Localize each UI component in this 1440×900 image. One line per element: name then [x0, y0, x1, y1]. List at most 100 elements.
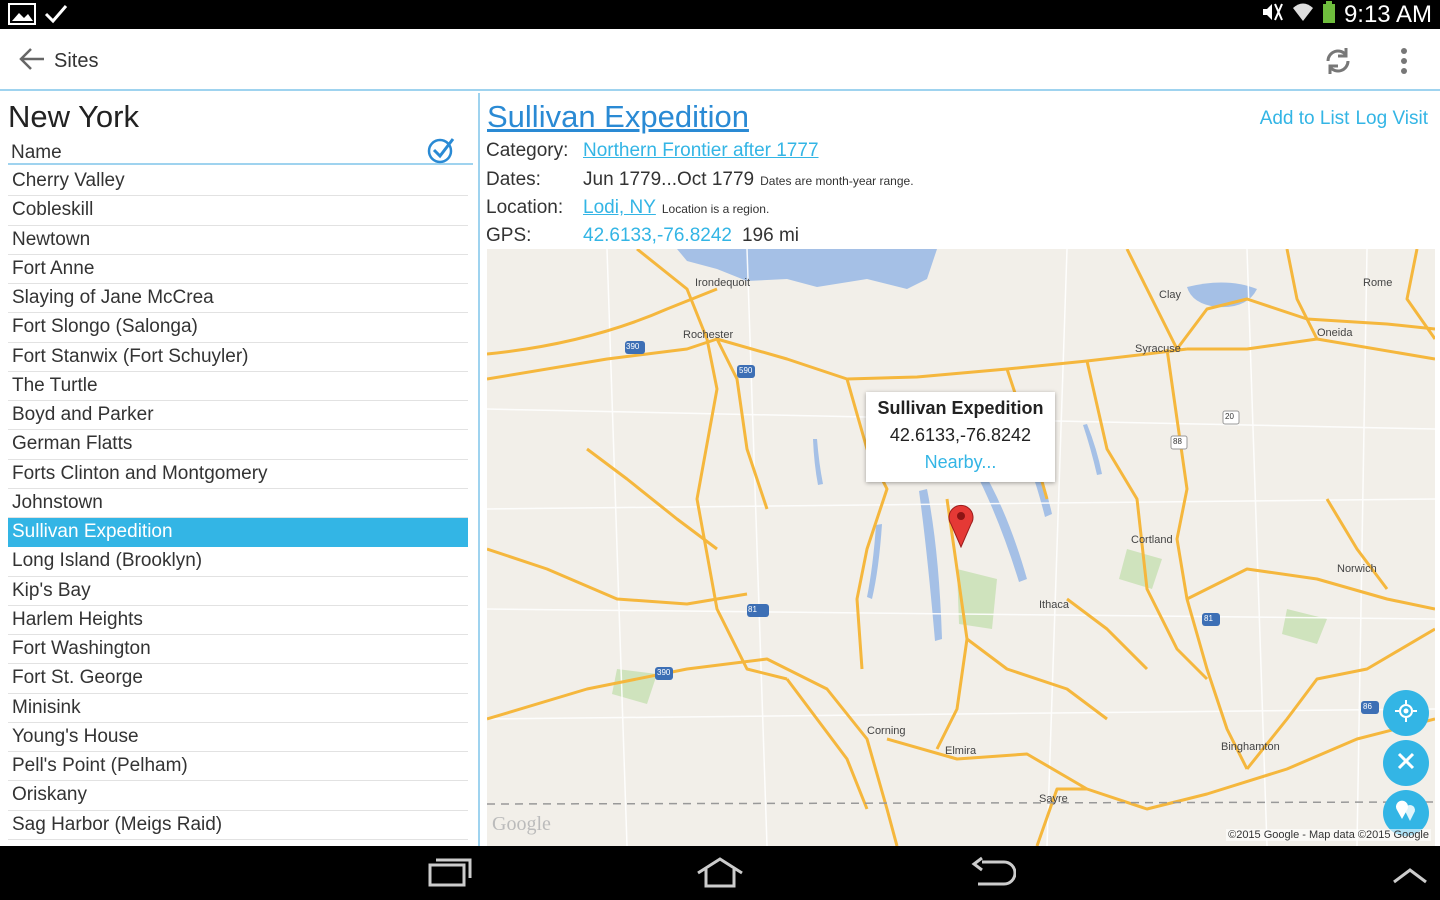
site-list-item[interactable]: Fort Anne	[8, 255, 468, 284]
category-label: Category:	[486, 140, 569, 161]
back-button[interactable]: Sites	[18, 46, 98, 77]
route-shield-label: 86	[1363, 702, 1372, 711]
home-icon[interactable]	[694, 856, 743, 890]
overflow-menu-icon[interactable]	[1394, 45, 1414, 77]
site-list-item[interactable]: Minisink	[8, 694, 468, 723]
list-column-header[interactable]: Name	[8, 138, 473, 165]
close-icon	[1395, 750, 1417, 777]
map-place-label: Binghamton	[1221, 741, 1280, 753]
route-shield-label: 390	[626, 342, 640, 351]
system-nav-bar	[0, 846, 1440, 900]
action-bar: Sites	[0, 29, 1440, 91]
site-list-item[interactable]: Fort Stanwix (Fort Schuyler)	[8, 343, 468, 372]
route-shield-label: 88	[1173, 437, 1182, 446]
site-list: Cherry Valley Cobleskill Newtown Fort Anne S…	[8, 167, 468, 840]
site-list-item[interactable]: Long Island (Brooklyn)	[8, 547, 468, 577]
site-list-item[interactable]: Fort St. George	[8, 664, 468, 694]
detail-actions: Add to List Log Visit	[1260, 108, 1428, 130]
battery-icon	[1322, 1, 1336, 28]
site-list-item[interactable]: Slaying of Jane McCrea	[8, 284, 468, 314]
mute-icon	[1260, 1, 1284, 28]
region-title: New York	[8, 99, 139, 134]
gps-label: GPS:	[486, 225, 532, 246]
recent-apps-icon[interactable]	[426, 856, 474, 890]
log-visit-link[interactable]: Log Visit	[1355, 108, 1428, 130]
back-arrow-icon	[18, 46, 46, 77]
gps-row: GPS: 42.6133,-76.8242 196 mi	[486, 225, 799, 251]
dates-note: Dates are month-year range.	[760, 174, 914, 188]
site-list-item[interactable]: Forts Clinton and Montgomery	[8, 460, 468, 489]
site-list-item[interactable]: Sag Harbor (Meigs Raid)	[8, 811, 468, 840]
site-list-item[interactable]: Cherry Valley	[8, 167, 468, 197]
location-row: Location: Lodi, NY Location is a region.	[486, 197, 769, 223]
category-link[interactable]: Northern Frontier after 1777	[583, 140, 819, 162]
map-place-label: Cortland	[1131, 534, 1173, 546]
map-place-label: Corning	[867, 725, 906, 737]
nearby-link[interactable]: Nearby...	[866, 452, 1055, 473]
map-info-window[interactable]: Sullivan Expedition 42.6133,-76.8242 Nea…	[866, 392, 1055, 482]
close-map-button[interactable]	[1383, 740, 1429, 786]
dates-label: Dates:	[486, 169, 541, 190]
check-icon	[44, 3, 68, 30]
wifi-icon	[1292, 1, 1314, 28]
site-list-item[interactable]: Newtown	[8, 226, 468, 255]
route-shield-label: 81	[1204, 614, 1213, 623]
dates-value: Jun 1779...Oct 1779	[583, 169, 755, 190]
map-place-label: Clay	[1159, 289, 1182, 301]
gallery-icon	[8, 3, 36, 30]
site-list-item[interactable]: Cobleskill	[8, 196, 468, 226]
site-list-item[interactable]: Harlem Heights	[8, 606, 468, 635]
map-place-label: Rome	[1363, 277, 1393, 289]
category-row: Category: Northern Frontier after 1777	[486, 140, 819, 166]
my-location-button[interactable]	[1383, 690, 1429, 736]
back-nav-icon[interactable]	[968, 856, 1017, 890]
chevron-up-icon[interactable]	[1388, 856, 1436, 890]
site-list-item[interactable]: German Flatts	[8, 430, 468, 460]
site-list-item[interactable]: Pell's Point (Pelham)	[8, 752, 468, 782]
refresh-icon[interactable]	[1322, 45, 1354, 77]
location-link[interactable]: Lodi, NY	[583, 197, 656, 219]
map-place-label: Rochester	[683, 329, 734, 341]
status-time: 9:13 AM	[1343, 0, 1432, 28]
dates-row: Dates: Jun 1779...Oct 1779 Dates are mon…	[486, 169, 914, 195]
map-place-label: Elmira	[945, 745, 977, 757]
distance-value: 196 mi	[741, 225, 799, 246]
site-list-item[interactable]: Sullivan Expedition	[8, 518, 468, 548]
map-pins-icon	[1394, 799, 1418, 828]
column-header-name: Name	[11, 142, 62, 163]
site-list-item[interactable]: Young's House	[8, 723, 468, 752]
site-title-link[interactable]: Sullivan Expedition	[487, 99, 749, 135]
site-list-item[interactable]: Oriskany	[8, 781, 468, 811]
status-bar: 9:13 AM	[0, 0, 1440, 29]
location-note: Location is a region.	[661, 202, 770, 216]
site-list-item[interactable]: Johnstown	[8, 489, 468, 518]
visited-check-icon[interactable]	[426, 135, 456, 165]
map-place-label: Syracuse	[1135, 343, 1181, 355]
site-list-pane: New York Name Cherry Valley Cobleskill New…	[0, 93, 480, 846]
map-marker-icon[interactable]	[947, 502, 975, 549]
action-bar-title: Sites	[54, 50, 99, 72]
site-list-item[interactable]: Kip's Bay	[8, 577, 468, 606]
google-logo: Google	[492, 813, 551, 835]
map-place-label: Ithaca	[1039, 599, 1069, 611]
map-place-label: Norwich	[1337, 563, 1377, 575]
my-location-icon	[1394, 699, 1418, 728]
site-list-item[interactable]: The Turtle	[8, 372, 468, 401]
site-list-item[interactable]: Fort Slongo (Salonga)	[8, 313, 468, 343]
site-list-item[interactable]: Fort Washington	[8, 635, 468, 665]
map-place-label: Oneida	[1317, 327, 1353, 339]
info-window-coords: 42.6133,-76.8242	[889, 425, 1032, 445]
map-view[interactable]: Irondequoit Rochester Clay Rome Oneida Syracu…	[487, 249, 1435, 846]
route-shield-label: 20	[1225, 412, 1234, 421]
route-shield-label: 390	[657, 668, 671, 677]
info-window-title: Sullivan Expedition	[877, 398, 1044, 418]
location-label: Location:	[486, 197, 564, 218]
map-place-label: Irondequoit	[695, 277, 751, 289]
site-list-item[interactable]: Boyd and Parker	[8, 401, 468, 431]
site-detail-pane: Sullivan Expedition Add to List Log Visi…	[482, 93, 1440, 846]
add-to-list-link[interactable]: Add to List	[1260, 108, 1350, 130]
route-shield-label: 590	[739, 366, 753, 375]
map-place-label: Sayre	[1039, 793, 1068, 805]
route-shield-label: 81	[748, 605, 757, 614]
gps-link[interactable]: 42.6133,-76.8242	[583, 225, 732, 247]
